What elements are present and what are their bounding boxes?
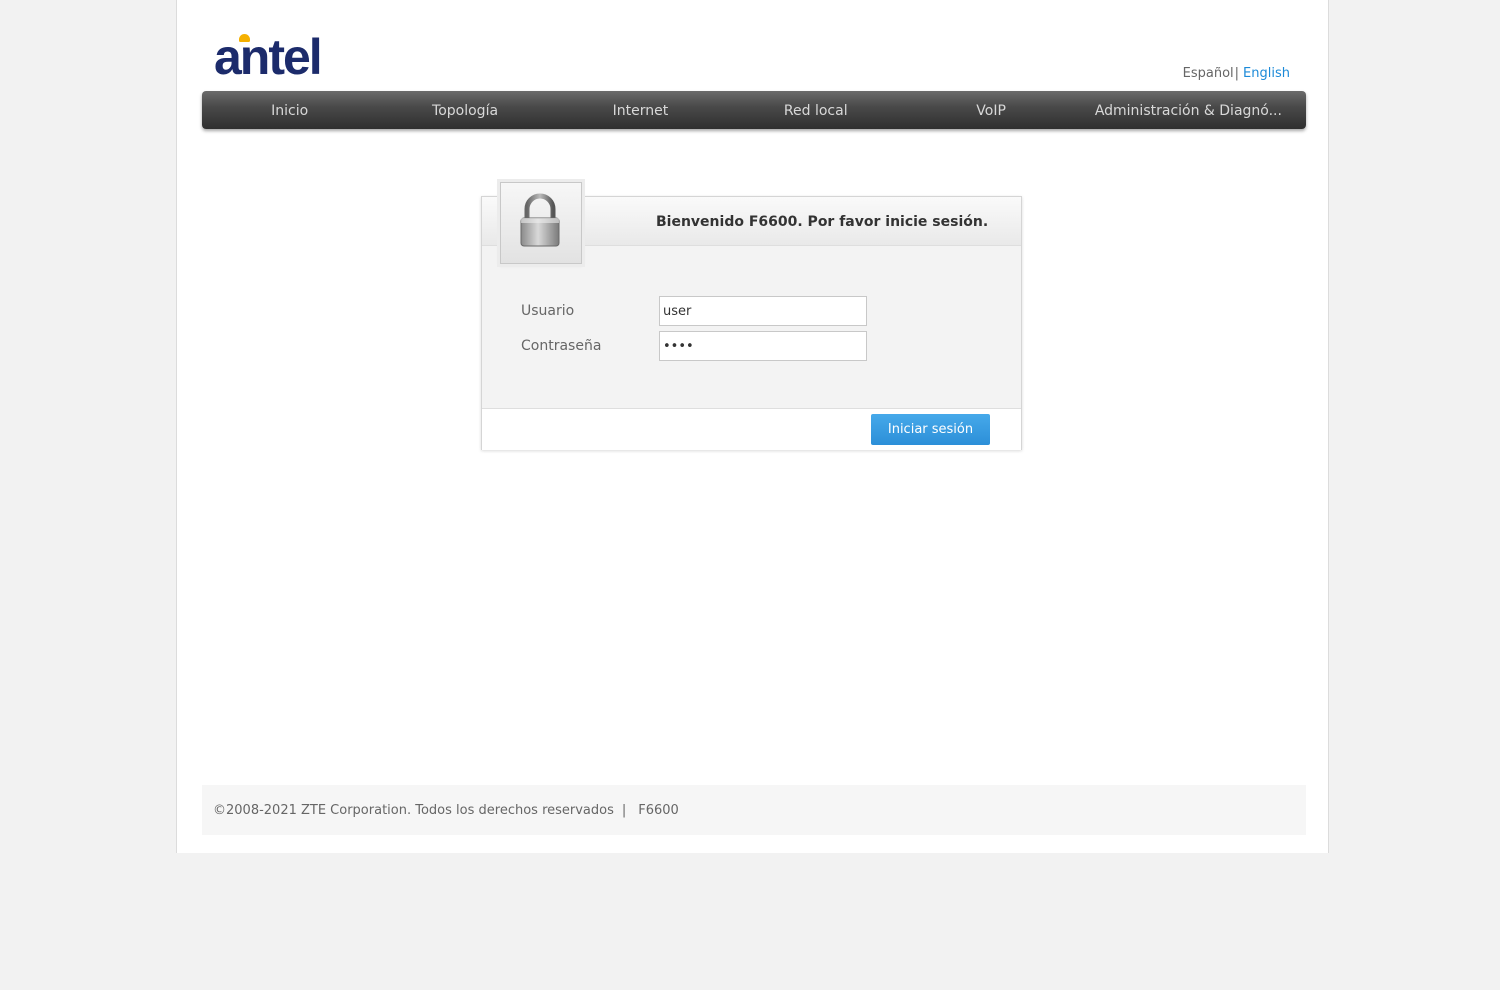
footer-text: ©2008-2021 ZTE Corporation. Todos los de… [213, 803, 679, 818]
page-footer: ©2008-2021 ZTE Corporation. Todos los de… [202, 785, 1306, 835]
page-container: antel Español| English Inicio Topología I… [176, 0, 1329, 853]
nav-item-topologia[interactable]: Topología [377, 91, 552, 129]
nav-item-voip[interactable]: VoIP [903, 91, 1078, 129]
lock-icon [500, 182, 582, 264]
antel-logo: antel [214, 30, 324, 85]
login-button[interactable]: Iniciar sesión [871, 414, 990, 445]
language-switcher: Español| English [1183, 66, 1290, 81]
nav-item-internet[interactable]: Internet [553, 91, 728, 129]
logo-text: antel [214, 29, 323, 85]
login-title: Bienvenido F6600. Por favor inicie sesió… [656, 214, 989, 230]
footer-copyright: ©2008-2021 ZTE Corporation. Todos los de… [213, 803, 614, 818]
password-label: Contraseña [521, 338, 602, 354]
username-input[interactable] [659, 296, 867, 326]
footer-separator: | [621, 803, 627, 818]
nav-item-administracion[interactable]: Administración & Diagnó... [1079, 91, 1306, 129]
language-spanish[interactable]: Español [1183, 66, 1234, 81]
nav-item-red-local[interactable]: Red local [728, 91, 903, 129]
footer-model: F6600 [638, 803, 679, 818]
login-footer: Iniciar sesión [482, 408, 1021, 450]
language-english[interactable]: English [1243, 66, 1290, 81]
main-nav: Inicio Topología Internet Red local VoIP… [202, 91, 1306, 129]
password-input[interactable] [659, 331, 867, 361]
nav-item-inicio[interactable]: Inicio [202, 91, 377, 129]
username-label: Usuario [521, 303, 575, 319]
language-separator: | [1234, 66, 1240, 81]
logo-dot-icon [239, 34, 250, 42]
login-panel: Bienvenido F6600. Por favor inicie sesió… [481, 182, 1022, 450]
